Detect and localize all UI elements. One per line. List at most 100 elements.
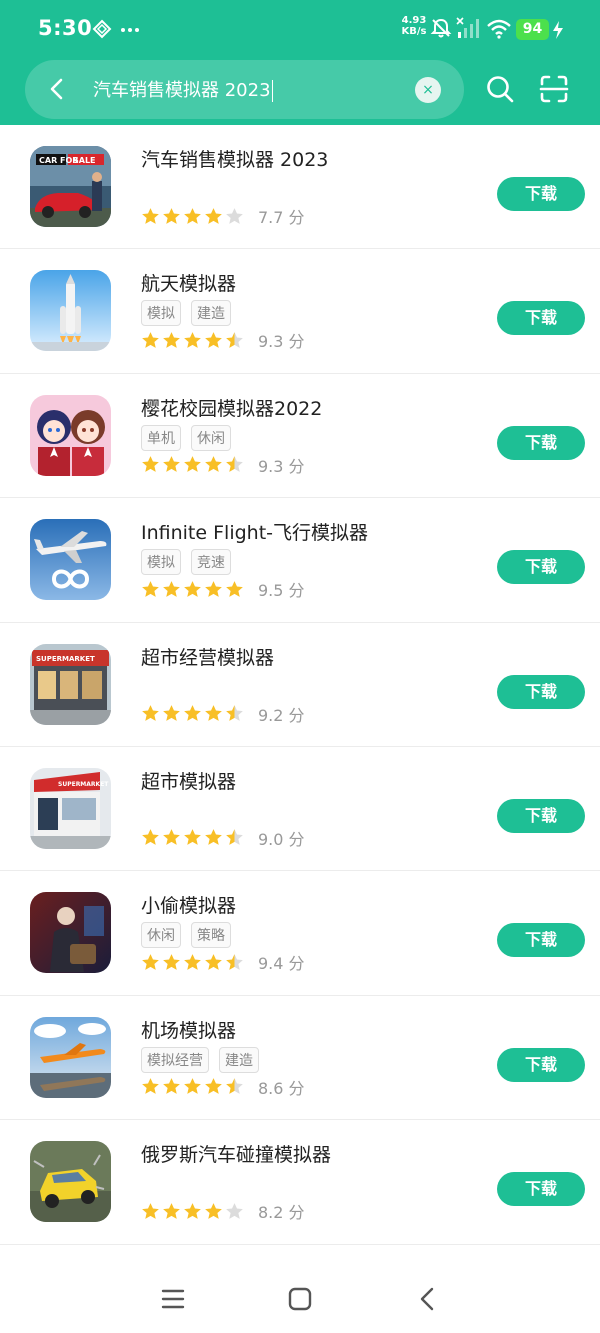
star-rating xyxy=(141,580,246,599)
star-icon xyxy=(142,580,159,597)
star-rating xyxy=(141,1202,246,1221)
star-icon xyxy=(184,580,201,597)
app-name[interactable]: 小偷模拟器 xyxy=(141,891,236,918)
download-button[interactable]: 下载 xyxy=(497,923,585,958)
app-score: 9.3 分 xyxy=(258,456,305,476)
app-row[interactable]: CAR FOR SALE 汽车销售模拟器 2023 7.7 分 下载 xyxy=(0,125,600,250)
app-tag: 竞速 xyxy=(191,549,231,576)
app-name[interactable]: 超市模拟器 xyxy=(141,767,236,794)
app-tag: 策略 xyxy=(191,922,231,949)
signal-icon xyxy=(456,17,479,38)
download-button[interactable]: 下载 xyxy=(497,1047,585,1082)
app-rating: 9.5 分 xyxy=(141,577,305,601)
star-icon xyxy=(226,953,243,970)
star-icon xyxy=(163,580,180,597)
app-tag: 建造 xyxy=(191,300,231,327)
star-icon xyxy=(205,580,222,597)
clear-search-button[interactable]: × xyxy=(415,77,441,103)
download-button[interactable]: 下载 xyxy=(497,674,585,709)
star-icon xyxy=(142,829,159,846)
star-icon xyxy=(163,953,180,970)
app-score: 7.7 分 xyxy=(258,208,305,227)
star-rating xyxy=(141,331,246,350)
download-button[interactable]: 下载 xyxy=(497,550,585,585)
star-rating xyxy=(141,953,246,972)
star-icon xyxy=(226,207,243,224)
star-icon xyxy=(142,953,159,970)
home-icon[interactable] xyxy=(287,1286,313,1312)
app-row[interactable]: SUPERMARKET 超市经营模拟器 9.2 分 下载 xyxy=(0,623,600,747)
app-tag: 建造 xyxy=(219,1046,259,1073)
app-name[interactable]: 汽车销售模拟器 2023 xyxy=(141,145,328,172)
airport-icon xyxy=(30,1016,111,1098)
app-tags: 模拟 竞速 xyxy=(141,549,241,576)
scan-icon[interactable] xyxy=(538,73,570,105)
app-rating: 7.7 分 xyxy=(141,204,305,228)
airplane-icon xyxy=(30,519,111,601)
star-icon xyxy=(226,705,243,721)
star-icon xyxy=(184,829,201,846)
star-icon xyxy=(226,829,243,846)
app-score: 9.3 分 xyxy=(258,332,305,352)
star-icon xyxy=(205,829,222,846)
wifi-icon xyxy=(487,19,511,39)
download-button[interactable]: 下载 xyxy=(497,301,585,336)
app-name[interactable]: 俄罗斯汽车碰撞模拟器 xyxy=(141,1140,331,1167)
app-name[interactable]: 机场模拟器 xyxy=(141,1016,236,1043)
app-row[interactable]: 樱花校园模拟器2022 单机 休闲 9.3 分 下载 xyxy=(0,374,600,499)
app-rating: 9.0 分 xyxy=(141,826,305,850)
download-button[interactable]: 下载 xyxy=(497,798,585,833)
star-icon xyxy=(142,332,159,348)
search-icon[interactable] xyxy=(484,73,516,105)
app-score: 8.2 分 xyxy=(258,1203,305,1223)
star-rating xyxy=(141,828,246,847)
app-score: 9.0 分 xyxy=(258,829,305,849)
status-bar: 5:30 4.93 KB/s 94 xyxy=(0,0,600,58)
app-row[interactable]: Infinite Flight-飞行模拟器 模拟 竞速 9.5 分 下载 xyxy=(0,498,600,623)
app-score: 9.5 分 xyxy=(258,581,305,601)
app-tag: 模拟经营 xyxy=(141,1046,209,1073)
menu-icon[interactable] xyxy=(160,1286,186,1312)
app-name[interactable]: Infinite Flight-飞行模拟器 xyxy=(141,518,368,545)
star-icon xyxy=(184,456,201,473)
app-name[interactable]: 航天模拟器 xyxy=(141,269,236,296)
app-name[interactable]: 超市经营模拟器 xyxy=(141,643,274,670)
back-icon[interactable] xyxy=(415,1286,441,1312)
star-icon xyxy=(184,1202,201,1219)
anime-girls-icon xyxy=(30,394,111,476)
app-rating: 9.2 分 xyxy=(141,702,305,726)
star-rating xyxy=(141,704,246,723)
app-tags: 模拟 建造 xyxy=(141,300,241,327)
net-speed: 4.93 KB/s xyxy=(401,15,427,37)
more-dots-icon xyxy=(121,28,139,32)
app-tag: 模拟 xyxy=(141,549,181,576)
download-button[interactable]: 下载 xyxy=(497,1172,585,1207)
back-arrow-icon[interactable] xyxy=(43,74,73,104)
star-icon xyxy=(142,705,159,721)
download-button[interactable]: 下载 xyxy=(497,425,585,460)
search-bar[interactable]: 汽车销售模拟器 2023 × xyxy=(25,60,464,119)
diamond-icon xyxy=(92,19,112,39)
star-icon xyxy=(226,332,243,348)
app-rating: 8.6 分 xyxy=(141,1075,305,1099)
app-rating: 9.4 分 xyxy=(141,950,305,974)
app-row[interactable]: 俄罗斯汽车碰撞模拟器 8.2 分 下载 xyxy=(0,1120,600,1245)
app-header: 5:30 4.93 KB/s 94 汽车销售模拟器 2023 × xyxy=(0,0,600,125)
car-for-sale-icon: CAR FOR SALE xyxy=(30,146,111,227)
app-tags: 单机 休闲 xyxy=(141,424,241,451)
rocket-icon xyxy=(30,270,111,352)
app-row[interactable]: SUPERMARKET 超市模拟器 9.0 分 下载 xyxy=(0,747,600,872)
app-tag: 休闲 xyxy=(141,922,181,949)
app-tag: 模拟 xyxy=(141,300,181,327)
download-button[interactable]: 下载 xyxy=(497,177,585,211)
star-icon xyxy=(163,456,180,473)
app-row[interactable]: 小偷模拟器 休闲 策略 9.4 分 下载 xyxy=(0,871,600,996)
app-row[interactable]: 机场模拟器 模拟经营 建造 8.6 分 下载 xyxy=(0,996,600,1121)
app-name[interactable]: 樱花校园模拟器2022 xyxy=(141,394,322,421)
app-row[interactable]: 航天模拟器 模拟 建造 9.3 分 下载 xyxy=(0,249,600,374)
search-input[interactable]: 汽车销售模拟器 2023 xyxy=(93,76,273,102)
star-icon xyxy=(142,456,159,473)
star-icon xyxy=(226,456,243,473)
star-icon xyxy=(205,705,222,721)
battery-level: 94 xyxy=(516,19,549,40)
